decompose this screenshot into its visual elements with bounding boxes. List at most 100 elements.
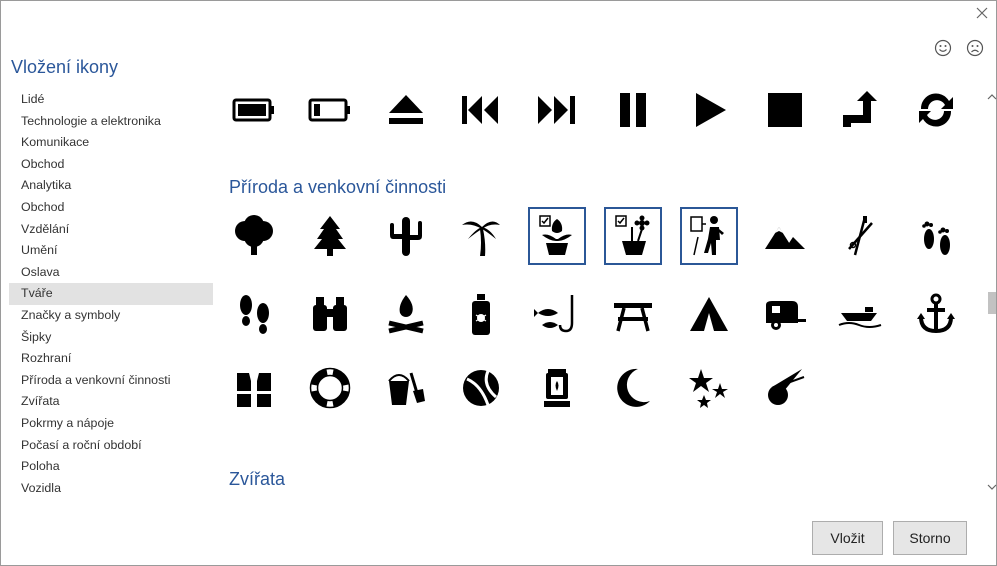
dialog-title: Vložení ikony bbox=[11, 57, 119, 77]
lantern-icon-tile[interactable] bbox=[528, 359, 586, 417]
chevron-down-icon[interactable] bbox=[986, 481, 997, 493]
life-ring-icon bbox=[309, 367, 351, 409]
bug-spray-icon-tile[interactable] bbox=[452, 285, 510, 343]
ski-poles-icon bbox=[848, 216, 874, 256]
pause-icon bbox=[620, 93, 646, 127]
life-vest-icon-tile[interactable] bbox=[225, 359, 283, 417]
stop-icon-tile[interactable] bbox=[756, 89, 814, 139]
mountains-icon bbox=[764, 227, 805, 249]
chevron-up-icon[interactable] bbox=[986, 91, 997, 103]
smiley-icon[interactable] bbox=[934, 39, 952, 57]
category-item[interactable]: Komunikace bbox=[9, 132, 213, 154]
icon-row bbox=[219, 285, 981, 351]
battery-full-icon bbox=[232, 98, 274, 122]
meteor-icon-tile[interactable] bbox=[756, 359, 814, 417]
footprints-icon-tile[interactable] bbox=[907, 207, 965, 265]
eject-icon-tile[interactable] bbox=[377, 89, 435, 139]
potted-flower-icon-tile[interactable] bbox=[604, 207, 662, 265]
cactus-icon-tile[interactable] bbox=[377, 207, 435, 265]
category-item[interactable]: Zvířata bbox=[9, 391, 213, 413]
binoculars-icon-tile[interactable] bbox=[301, 285, 359, 343]
category-item[interactable]: Umění bbox=[9, 240, 213, 262]
skip-back-icon bbox=[462, 96, 499, 124]
close-icon[interactable] bbox=[974, 5, 990, 21]
footprints-icon bbox=[922, 221, 951, 255]
boat-icon bbox=[839, 307, 882, 328]
insert-icon-dialog: Vložení ikony Lidé Technologie a elektron… bbox=[0, 0, 997, 566]
icon-row bbox=[219, 359, 981, 425]
battery-low-icon bbox=[308, 98, 350, 122]
shoe-prints-icon-tile[interactable] bbox=[225, 285, 283, 343]
eject-icon bbox=[388, 95, 423, 124]
category-item[interactable]: Poloha bbox=[9, 456, 213, 478]
potted-flower-icon bbox=[615, 215, 650, 255]
category-item[interactable]: Lidé bbox=[9, 89, 213, 111]
skip-forward-icon bbox=[538, 96, 576, 124]
moon-icon bbox=[617, 368, 650, 407]
category-item[interactable]: Pokrmy a nápoje bbox=[9, 413, 213, 435]
boat-icon-tile[interactable] bbox=[831, 285, 889, 343]
category-item[interactable]: Šipky bbox=[9, 327, 213, 349]
fishing-icon bbox=[534, 295, 574, 333]
category-item[interactable]: Oslava bbox=[9, 262, 213, 284]
section-title: Příroda a venkovní činnosti bbox=[229, 177, 447, 197]
icon-row bbox=[219, 207, 981, 273]
return-arrow-icon bbox=[843, 91, 878, 127]
frown-icon[interactable] bbox=[966, 39, 984, 57]
moon-icon-tile[interactable] bbox=[604, 359, 662, 417]
category-list: Lidé Technologie a elektronika Komunikace O… bbox=[9, 89, 213, 499]
cancel-button[interactable]: Storno bbox=[893, 521, 967, 555]
fishing-icon-tile[interactable] bbox=[528, 285, 586, 343]
category-item[interactable]: Vzdělání bbox=[9, 219, 213, 241]
campfire-icon-tile[interactable] bbox=[377, 285, 435, 343]
category-item[interactable]: Příroda a venkovní činnosti bbox=[9, 370, 213, 392]
insert-button[interactable]: Vložit bbox=[812, 521, 883, 555]
camper-trailer-icon-tile[interactable] bbox=[756, 285, 814, 343]
category-item[interactable]: Počasí a roční období bbox=[9, 435, 213, 457]
pause-icon-tile[interactable] bbox=[604, 89, 662, 139]
bug-spray-icon bbox=[472, 294, 491, 335]
category-item[interactable]: Značky a symboly bbox=[9, 305, 213, 327]
palm-tree-icon-tile[interactable] bbox=[452, 207, 510, 265]
life-ring-icon-tile[interactable] bbox=[301, 359, 359, 417]
battery-full-icon-tile[interactable] bbox=[225, 89, 283, 139]
ski-poles-icon-tile[interactable] bbox=[831, 207, 889, 265]
mountains-icon-tile[interactable] bbox=[756, 207, 814, 265]
picnic-table-icon-tile[interactable] bbox=[604, 285, 662, 343]
sync-icon-tile[interactable] bbox=[907, 89, 965, 139]
beach-ball-icon bbox=[463, 370, 500, 406]
tent-icon-tile[interactable] bbox=[680, 285, 738, 343]
beach-ball-icon-tile[interactable] bbox=[452, 359, 510, 417]
sand-bucket-icon-tile[interactable] bbox=[377, 359, 435, 417]
binoculars-icon bbox=[312, 297, 347, 331]
hiker-icon bbox=[690, 216, 724, 256]
meteor-icon bbox=[767, 369, 804, 405]
anchor-icon-tile[interactable] bbox=[907, 285, 965, 343]
potted-tulip-icon-tile[interactable] bbox=[528, 207, 587, 265]
stars-icon-tile[interactable] bbox=[680, 359, 738, 417]
category-item[interactable]: Rozhraní bbox=[9, 348, 213, 370]
cactus-icon bbox=[389, 217, 422, 256]
scroll-thumb[interactable] bbox=[988, 292, 996, 314]
tree-icon-tile[interactable] bbox=[225, 207, 283, 265]
skip-back-icon-tile[interactable] bbox=[452, 89, 510, 139]
category-item[interactable]: Tváře bbox=[9, 283, 213, 305]
category-item[interactable]: Analytika bbox=[9, 175, 213, 197]
hiker-icon-tile[interactable] bbox=[679, 207, 738, 265]
category-item[interactable]: Vozidla bbox=[9, 478, 213, 500]
stars-icon bbox=[688, 369, 728, 408]
section-title: Zvířata bbox=[229, 469, 286, 489]
gallery-scrollbar[interactable] bbox=[985, 89, 997, 507]
battery-low-icon-tile[interactable] bbox=[301, 89, 359, 139]
pine-tree-icon-tile[interactable] bbox=[301, 207, 359, 265]
return-arrow-icon-tile[interactable] bbox=[831, 89, 889, 139]
pine-tree-icon bbox=[313, 216, 346, 256]
lantern-icon bbox=[544, 369, 571, 407]
play-icon-tile[interactable] bbox=[680, 89, 738, 139]
category-item[interactable]: Obchod bbox=[9, 154, 213, 176]
category-item[interactable]: Obchod bbox=[9, 197, 213, 219]
play-icon bbox=[695, 93, 726, 127]
sand-bucket-icon bbox=[387, 372, 425, 405]
category-item[interactable]: Technologie a elektronika bbox=[9, 111, 213, 133]
skip-forward-icon-tile[interactable] bbox=[528, 89, 586, 139]
